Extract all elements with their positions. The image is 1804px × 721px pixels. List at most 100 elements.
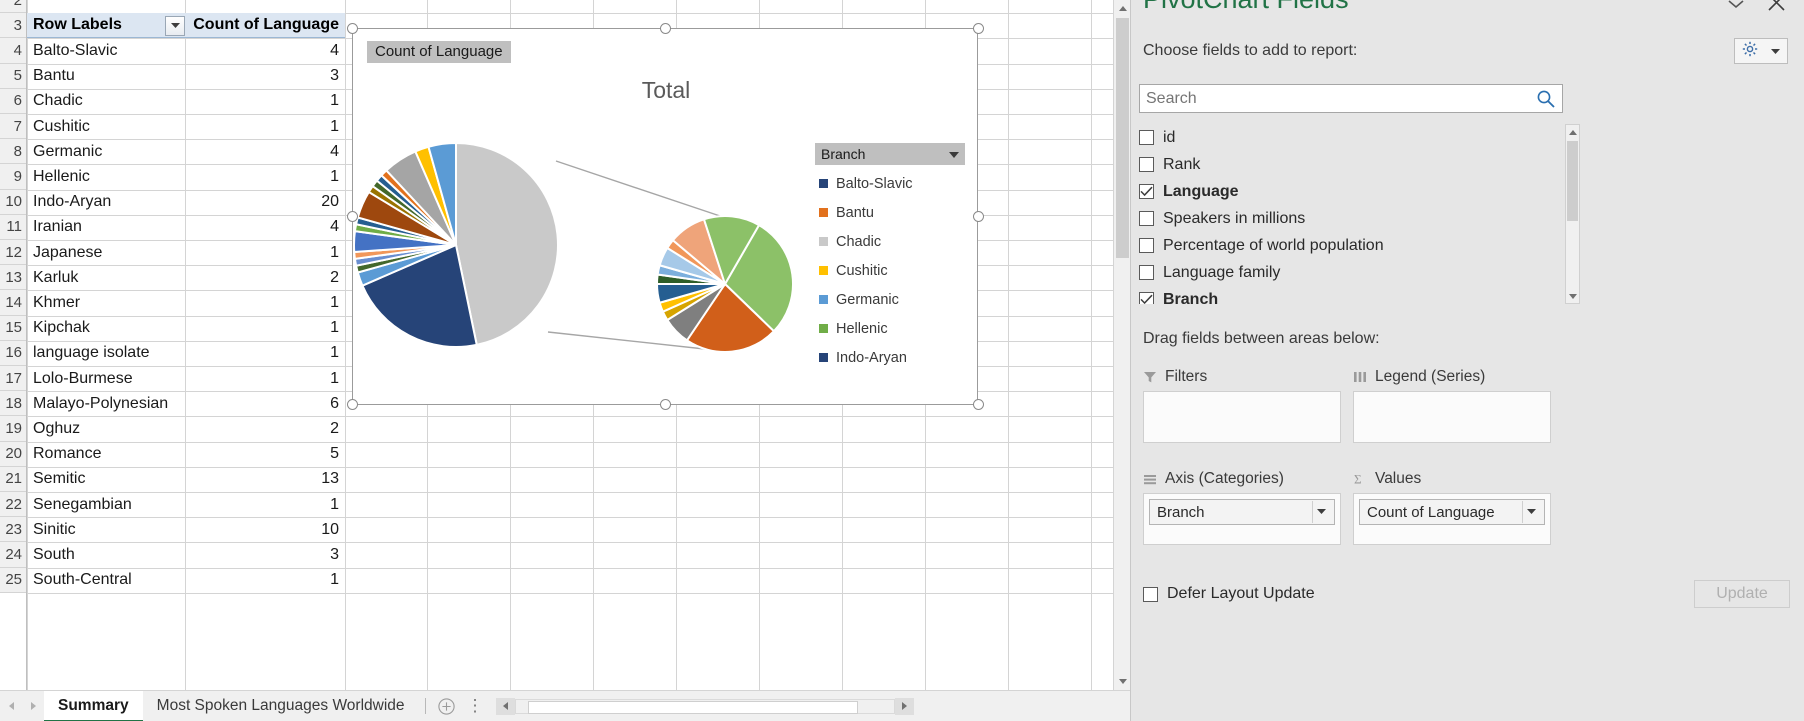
row-header-19[interactable]: 19 (0, 416, 27, 442)
field-list-scrollbar[interactable] (1565, 124, 1580, 304)
legend-item-chadic[interactable]: Chadic (819, 227, 913, 256)
resize-handle-se[interactable] (973, 399, 984, 410)
field-row-rank[interactable]: Rank (1139, 151, 1563, 178)
pivotchart-object[interactable]: Count of Language Total Branch Balto-Sla… (347, 23, 984, 410)
cell-branch-7[interactable]: Cushitic (27, 114, 185, 139)
cell-row-labels-header[interactable]: Row Labels (27, 13, 185, 39)
resize-handle-e[interactable] (973, 211, 984, 222)
cell-count-24[interactable]: 3 (185, 542, 345, 567)
field-row-language-family[interactable]: Language family (1139, 259, 1563, 286)
value-field-button[interactable]: Count of Language (367, 41, 511, 63)
row-header-4[interactable]: 4 (0, 38, 27, 64)
cell-count-18[interactable]: 6 (185, 391, 345, 416)
field-checkbox-language[interactable] (1139, 184, 1154, 199)
search-field[interactable] (1139, 84, 1563, 113)
cell-branch-23[interactable]: Sinitic (27, 517, 185, 542)
row-header-15[interactable]: 15 (0, 315, 27, 341)
row-header-6[interactable]: 6 (0, 88, 27, 114)
area-filters-dropzone[interactable] (1143, 391, 1341, 443)
cell-branch-18[interactable]: Malayo-Polynesian (27, 391, 185, 416)
row-header-7[interactable]: 7 (0, 114, 27, 140)
field-checkbox-branch[interactable] (1139, 292, 1154, 304)
cell-branch-4[interactable]: Balto-Slavic (27, 38, 185, 63)
field-checkbox-id[interactable] (1139, 130, 1154, 145)
cell-count-25[interactable]: 1 (185, 568, 345, 593)
cell-branch-9[interactable]: Hellenic (27, 164, 185, 189)
cell-count-20[interactable]: 5 (185, 442, 345, 467)
row-header-21[interactable]: 21 (0, 466, 27, 492)
cell-count-4[interactable]: 4 (185, 38, 345, 63)
cell-count-5[interactable]: 3 (185, 64, 345, 89)
legend-item-indo-aryan[interactable]: Indo-Aryan (819, 343, 913, 372)
cell-branch-20[interactable]: Romance (27, 442, 185, 467)
legend-item-cushitic[interactable]: Cushitic (819, 256, 913, 285)
sheet-tabs[interactable]: Summary Most Spoken Languages Worldwide (44, 690, 419, 721)
chart-legend[interactable]: Balto-Slavic Bantu Chadic Cushitic Germanic H… (819, 169, 913, 372)
cell-branch-12[interactable]: Japanese (27, 240, 185, 265)
cell-count-21[interactable]: 13 (185, 467, 345, 492)
chart-title[interactable]: Total (353, 77, 979, 104)
cell-branch-24[interactable]: South (27, 542, 185, 567)
search-icon[interactable] (1536, 89, 1556, 114)
row-header-2[interactable]: 2 (0, 0, 27, 14)
cell-count-10[interactable]: 20 (185, 190, 345, 215)
add-sheet-button[interactable] (432, 691, 462, 721)
area-axis[interactable]: Axis (Categories) Branch (1143, 470, 1341, 545)
sheet-tab-summary[interactable]: Summary (44, 690, 143, 721)
update-button[interactable]: Update (1694, 580, 1790, 608)
field-list-options-button[interactable] (1734, 38, 1788, 64)
cell-branch-11[interactable]: Iranian (27, 215, 185, 240)
legend-item-hellenic[interactable]: Hellenic (819, 314, 913, 343)
row-labels-filter-button[interactable] (165, 16, 185, 37)
resize-handle-w[interactable] (347, 211, 358, 222)
horizontal-scrollbar-thumb[interactable] (527, 700, 858, 714)
row-header-18[interactable]: 18 (0, 391, 27, 417)
cell-count-9[interactable]: 1 (185, 164, 345, 189)
vertical-scrollbar[interactable] (1113, 0, 1130, 690)
area-axis-dropzone[interactable]: Branch (1143, 493, 1341, 545)
row-header-14[interactable]: 14 (0, 290, 27, 316)
cell-count-19[interactable]: 2 (185, 416, 345, 441)
row-header-25[interactable]: 25 (0, 567, 27, 593)
sheet-tab-most-spoken-languages-worldwide[interactable]: Most Spoken Languages Worldwide (143, 691, 419, 721)
cell-count-6[interactable]: 1 (185, 89, 345, 114)
vertical-scrollbar-thumb[interactable] (1116, 18, 1129, 258)
cell-branch-22[interactable]: Senegambian (27, 492, 185, 517)
field-row-id[interactable]: id (1139, 124, 1563, 151)
area-legend-dropzone[interactable] (1353, 391, 1551, 443)
resize-handle-sw[interactable] (347, 399, 358, 410)
row-header-24[interactable]: 24 (0, 542, 27, 568)
scroll-up-button[interactable] (1114, 0, 1130, 17)
row-header-9[interactable]: 9 (0, 164, 27, 190)
sheet-overflow-menu[interactable]: ⋮ (462, 691, 490, 721)
cell-count-23[interactable]: 10 (185, 517, 345, 542)
cell-branch-6[interactable]: Chadic (27, 89, 185, 114)
area-values[interactable]: Σ Values Count of Language (1353, 470, 1551, 545)
resize-handle-ne[interactable] (973, 23, 984, 34)
worksheet-grid[interactable]: 2 3 4 5 6 7 8 9 10 11 12 13 14 15 16 17 18 19 20 21 22 23 24 25… (0, 0, 1130, 690)
resize-handle-nw[interactable] (347, 23, 358, 34)
area-filters[interactable]: Filters (1143, 368, 1341, 443)
cell-count-of-language-header[interactable]: Count of Language (185, 13, 345, 39)
field-row-language[interactable]: Language (1139, 178, 1563, 205)
area-legend[interactable]: Legend (Series) (1353, 368, 1551, 443)
cell-count-22[interactable]: 1 (185, 492, 345, 517)
field-chip-axis[interactable]: Branch (1149, 499, 1335, 525)
field-row-percentage-of-world-population[interactable]: Percentage of world population (1139, 232, 1563, 259)
previous-sheet-button[interactable] (0, 691, 22, 721)
cell-count-7[interactable]: 1 (185, 114, 345, 139)
row-header-16[interactable]: 16 (0, 340, 27, 366)
field-checkbox-percentage-of-world-population[interactable] (1139, 238, 1154, 253)
horizontal-scrollbar[interactable] (495, 697, 914, 715)
cell-count-17[interactable]: 1 (185, 366, 345, 391)
field-row-speakers-in-millions[interactable]: Speakers in millions (1139, 205, 1563, 232)
cell-branch-25[interactable]: South-Central (27, 568, 185, 593)
field-checkbox-rank[interactable] (1139, 157, 1154, 172)
panel-collapse-icon[interactable] (1728, 0, 1744, 14)
cell-branch-16[interactable]: language isolate (27, 341, 185, 366)
search-input[interactable] (1140, 88, 1530, 109)
legend-field-button[interactable]: Branch (815, 143, 965, 165)
field-list[interactable]: id Rank Language Speakers in millions Percen… (1139, 124, 1563, 304)
cell-branch-10[interactable]: Indo-Aryan (27, 190, 185, 215)
next-sheet-button[interactable] (22, 691, 44, 721)
